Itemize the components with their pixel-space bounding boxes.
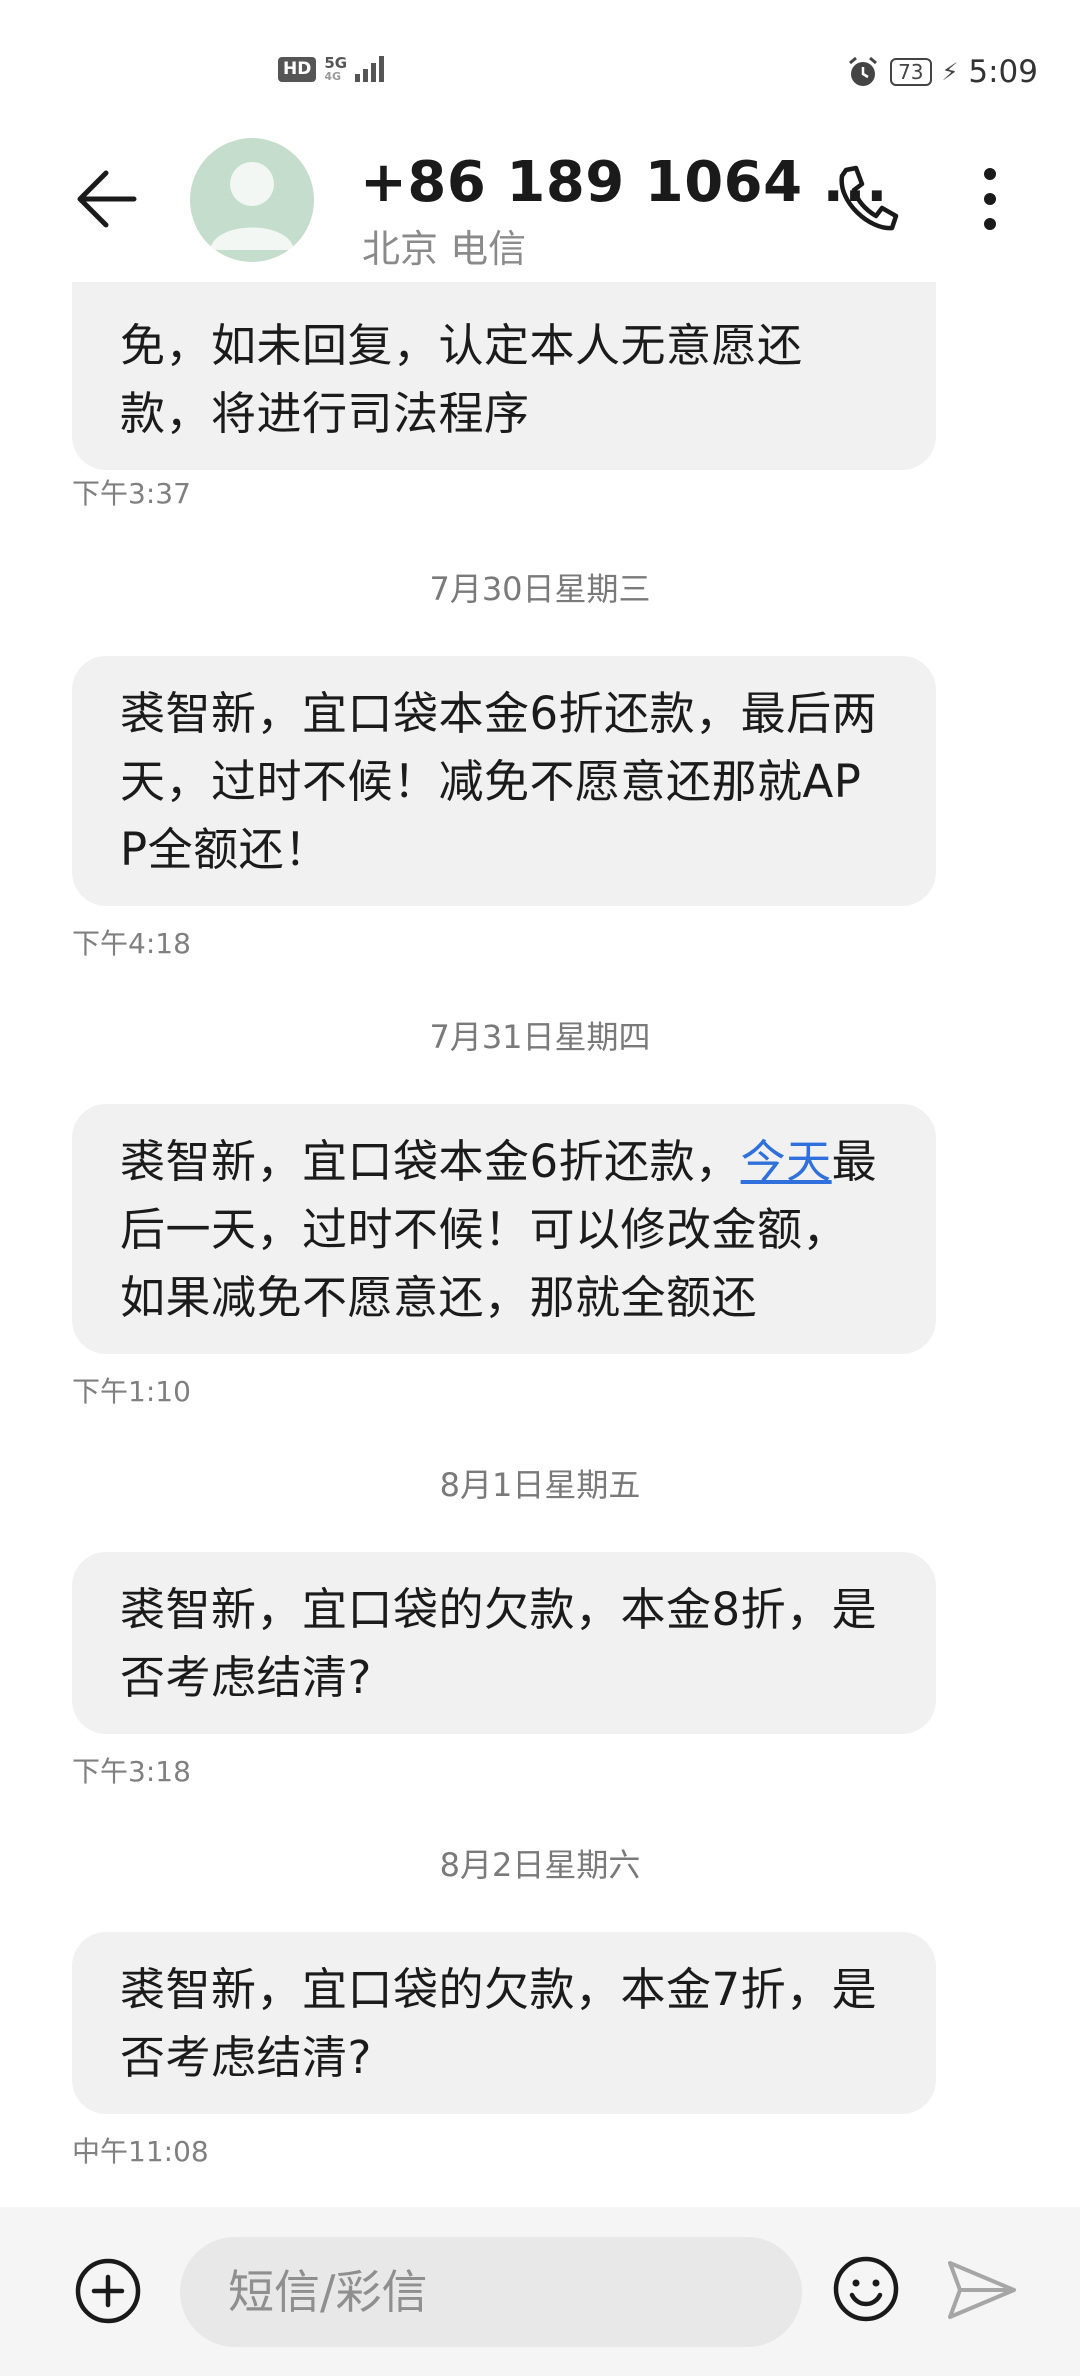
compose-bar [0,2207,1080,2376]
message-bubble[interactable]: 裘智新，宜口袋的欠款，本金8折，是否考虑结清? [72,1552,936,1734]
message-list[interactable]: 免，如未回复，认定本人无意愿还款，将进行司法程序 下午3:37 7月30日星期三… [0,282,1080,2207]
charging-icon: ⚡ [941,58,959,86]
date-separator: 7月30日星期三 [429,570,651,608]
alarm-icon [849,56,878,86]
message-text: 裘智新，宜口袋本金6折还款，最后两天，过时不候！减免不愿意还那就APP全额还！ [120,687,878,876]
signal-bars-icon [355,56,385,82]
battery-indicator: 73 [890,58,932,86]
status-bar: HD 5G 4G 73 ⚡ 5:09 [0,0,1080,150]
date-separator: 8月2日星期六 [439,1846,641,1884]
send-icon [948,2261,1016,2319]
more-vertical-icon [984,168,996,230]
contact-carrier: 北京 电信 [362,227,527,271]
contact-avatar[interactable] [190,138,314,262]
message-time: 下午1:10 [72,1375,191,1408]
smiley-icon [833,2256,899,2322]
signal-group: HD 5G 4G [278,54,385,83]
message-text: 裘智新，宜口袋的欠款，本金8折，是否考虑结清? [120,1583,878,1704]
message-input[interactable] [180,2237,802,2347]
conversation-header: +86 189 1064 ... 北京 电信 [0,138,1080,282]
message-time: 下午4:18 [72,927,191,960]
back-button[interactable] [72,164,142,234]
message-text: 免，如未回复，认定本人无意愿还款，将进行司法程序 [120,319,803,440]
call-button[interactable] [830,160,900,240]
person-icon [210,162,294,250]
status-time: 5:09 [968,54,1038,90]
emoji-button[interactable] [830,2253,902,2325]
date-separator: 7月31日星期四 [429,1018,651,1056]
message-bubble[interactable]: 裘智新，宜口袋本金6折还款，今天最后一天，过时不候！可以修改金额，如果减免不愿意… [72,1104,936,1354]
more-options-button[interactable] [970,164,1010,234]
message-time: 下午3:37 [72,477,191,510]
date-link[interactable]: 今天 [741,1135,832,1188]
status-right: 73 ⚡ 5:09 [846,54,1038,90]
contact-title[interactable]: +86 189 1064 ... [360,150,888,215]
message-bubble[interactable]: 免，如未回复，认定本人无意愿还款，将进行司法程序 [72,282,936,470]
message-time: 中午11:08 [72,2135,209,2168]
arrow-left-icon [77,170,137,228]
plus-circle-icon [75,2258,141,2324]
message-text: 裘智新，宜口袋本金6折还款， [120,1135,741,1188]
send-button[interactable] [946,2257,1018,2323]
message-bubble[interactable]: 裘智新，宜口袋的欠款，本金7折，是否考虑结清? [72,1932,936,2114]
add-attachment-button[interactable] [72,2255,144,2327]
hd-badge: HD [278,56,317,82]
message-bubble[interactable]: 裘智新，宜口袋本金6折还款，最后两天，过时不候！减免不愿意还那就APP全额还！ [72,656,936,906]
date-separator: 8月1日星期五 [439,1466,641,1504]
phone-icon [839,165,899,231]
message-time: 下午3:18 [72,1755,191,1788]
network-type: 5G 4G [324,54,348,83]
message-text: 裘智新，宜口袋的欠款，本金7折，是否考虑结清? [120,1963,878,2084]
